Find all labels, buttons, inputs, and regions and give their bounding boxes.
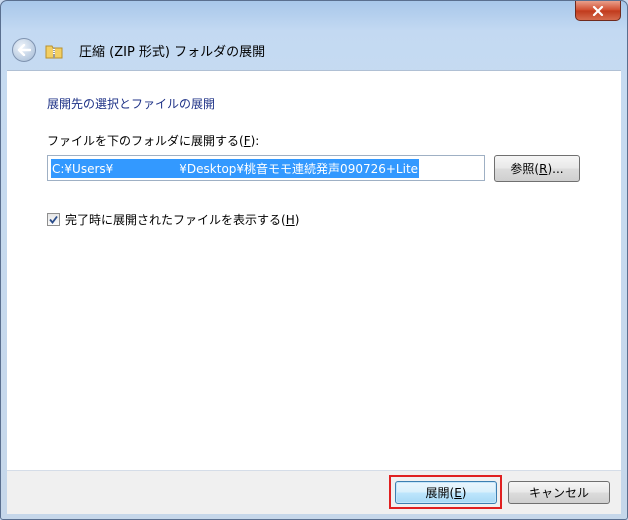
wizard-header: 圧縮 (ZIP 形式) フォルダの展開 — [1, 31, 627, 69]
destination-path-text: C:¥Users¥ ¥Desktop¥桃音モモ連続発声090726+Lite — [51, 158, 420, 178]
extract-button[interactable]: 展開(E) — [395, 481, 497, 504]
destination-label: ファイルを下のフォルダに展開する(F): — [47, 134, 260, 148]
window-title: 圧縮 (ZIP 形式) フォルダの展開 — [79, 45, 266, 60]
show-files-label: 完了時に展開されたファイルを表示する(H) — [65, 213, 300, 227]
browse-button[interactable]: 参照(R)... — [494, 155, 580, 182]
content-panel: 展開先の選択とファイルの展開 ファイルを下のフォルダに展開する(F): C:¥U… — [7, 70, 621, 471]
button-bar: 展開(E) キャンセル — [7, 470, 621, 514]
close-button[interactable] — [575, 1, 621, 21]
checkmark-icon — [49, 215, 58, 224]
extract-dialog-window: 圧縮 (ZIP 形式) フォルダの展開 展開先の選択とファイルの展開 ファイルを… — [0, 0, 628, 520]
show-files-checkbox[interactable] — [47, 213, 60, 226]
show-files-option[interactable]: 完了時に展開されたファイルを表示する(H) — [47, 211, 299, 228]
zip-folder-icon — [45, 45, 63, 59]
close-icon — [592, 5, 604, 16]
back-button[interactable] — [12, 38, 36, 62]
section-heading: 展開先の選択とファイルの展開 — [47, 97, 216, 111]
back-arrow-icon — [17, 44, 31, 56]
cancel-button[interactable]: キャンセル — [508, 481, 610, 504]
destination-path-input[interactable]: C:¥Users¥ ¥Desktop¥桃音モモ連続発声090726+Lite — [47, 155, 485, 181]
